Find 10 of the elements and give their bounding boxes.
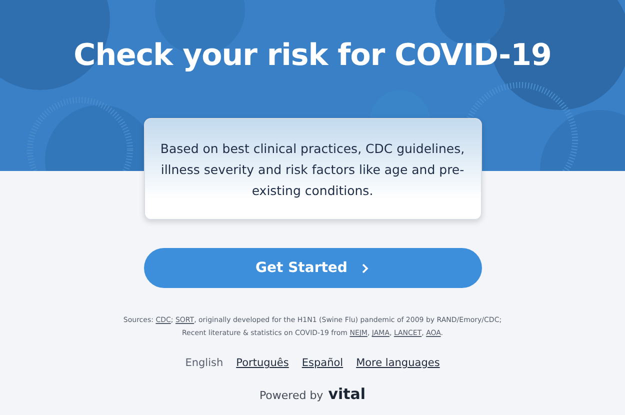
language-link[interactable]: Português (236, 357, 289, 369)
get-started-button[interactable]: Get Started (144, 248, 482, 288)
language-link[interactable]: More languages (356, 357, 440, 369)
language-link[interactable]: English (185, 357, 224, 369)
powered-by-text: Powered by (259, 389, 324, 402)
chevron-right-icon (361, 262, 370, 274)
page-title: Check your risk for COVID-19 (74, 38, 552, 75)
brand-logo: vital (328, 385, 366, 403)
intro-text: Based on best clinical practices, CDC guidelines, illness severity and risk factors like age and pre-existing conditions. (159, 140, 466, 200)
language-link[interactable]: Español (302, 357, 344, 369)
